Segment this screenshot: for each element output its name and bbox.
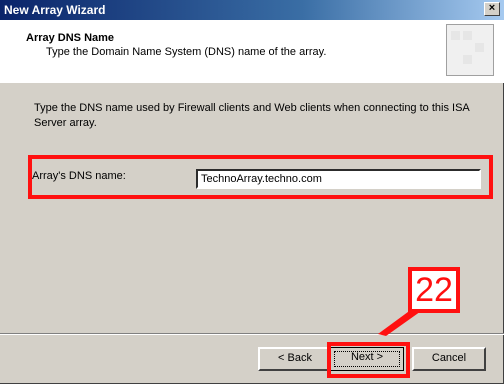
callout-pointer	[378, 309, 424, 336]
wizard-window: New Array Wizard × Array DNS Name Type t…	[0, 0, 504, 384]
step-callout: 22	[408, 267, 460, 313]
